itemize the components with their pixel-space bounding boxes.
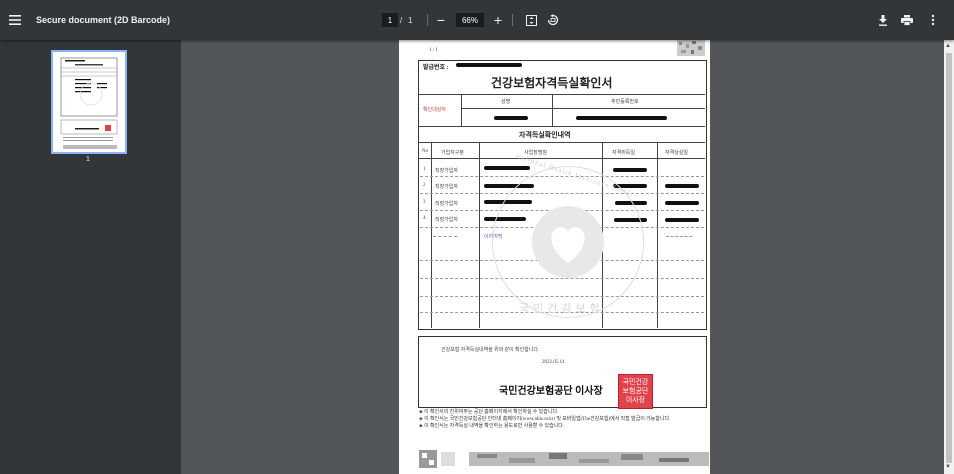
page-separator: / [400,15,403,25]
redacted-name [494,116,528,120]
print-button[interactable] [900,0,914,40]
person-label: 확인대상자 [423,108,447,113]
redacted-lost-date [665,201,699,205]
rule [657,142,658,328]
rule [461,108,705,109]
row-type: 직장가입자 [435,185,459,190]
redacted-issue-number [456,63,522,67]
thumbnail-page-number: 1 [86,156,90,163]
rule [419,126,705,127]
redacted-lost-date [665,184,699,188]
scroll-down-arrow-icon[interactable]: ▼ [945,464,951,470]
row-type: 직장가입자 [435,169,459,174]
scrollbar-thumb[interactable] [946,53,952,463]
row-number: 3 [423,200,426,205]
heart-emblem-icon [532,206,604,278]
row-divider [433,236,457,237]
fit-to-page-button[interactable] [524,0,538,40]
zoom-in-button[interactable]: + [491,0,505,40]
2d-barcode-image [419,450,709,468]
hamburger-menu-icon [9,15,21,25]
table-header-type: 가입자구분 [441,151,465,156]
document-title: Secure document (2D Barcode) [36,15,171,25]
issue-date: 2022.05.14 [542,360,565,365]
certificate-title: 건강보험자격득실확인서 [491,76,613,90]
table-header-lost: 자격상실일 [665,151,689,156]
id-number-header: 주민등록번호 [611,100,639,105]
more-actions-button[interactable] [926,0,940,40]
zoom-level-input[interactable]: 66% [456,13,484,27]
rule [552,94,553,126]
row-number: 2 [423,183,426,188]
row-number: 1 [423,167,426,172]
menu-button[interactable] [4,0,26,40]
page-total: 1 [408,15,413,25]
toolbar-divider [427,14,428,26]
redacted-workplace [484,166,530,170]
rotate-counterclockwise-icon [547,14,559,26]
zoom-out-button[interactable]: − [434,0,448,40]
official-seal: 국민건강보험공단이사장 [618,374,653,409]
vertical-scrollbar[interactable]: ▲ ▼ [944,40,954,474]
section-title: 자격득실확인내역 [519,131,571,139]
rule [431,142,432,328]
scroll-up-arrow-icon[interactable]: ▲ [945,43,951,49]
toolbar-divider [512,14,513,26]
notes-block: ◈ 이 확인서의 진위여부는 공단 홈페이지에서 확인하실 수 있습니다. ◈ … [419,408,709,429]
thumbnail-preview-image [53,52,125,152]
name-header: 성명 [501,100,511,105]
certification-statement: 건강보험 자격득실내역을 위와 같이 확인합니다. [441,348,540,353]
print-icon [901,14,913,26]
rule [419,142,705,143]
fit-page-icon [525,14,537,26]
rule [479,142,480,328]
rule [461,94,462,126]
redacted-id-number [576,116,667,120]
redacted-acquired-date [613,168,647,172]
row-type: 직장가입자 [435,218,459,223]
table-header-acquired: 자격취득일 [612,151,636,156]
row-number: 4 [423,216,426,221]
pdf-toolbar: Secure document (2D Barcode) 1 / 1 − 66%… [0,0,954,40]
row-divider [666,236,692,237]
download-button[interactable] [876,0,890,40]
rotate-button[interactable] [546,0,560,40]
note-item: ◈ 이 확인서의 진위여부는 공단 홈페이지에서 확인하실 수 있습니다. [419,410,559,415]
rule [419,158,705,159]
page-thumbnail[interactable] [51,50,127,154]
table-header-no: No [422,149,429,154]
issue-number-label: 발급번호 : [423,65,449,71]
more-vert-icon [931,14,935,26]
row-type: 직장가입자 [435,202,459,207]
note-item: ◈ 이 확인서는 자격득실 내역을 확인하는 용도로만 사용할 수 있습니다. [419,424,565,429]
barcode-top-image [677,40,705,56]
seal-text: 국민건강보험공단이사장 [622,378,649,404]
thumbnail-sidebar: 1 [0,40,181,474]
page-indicator-text: 1 / 1 [429,48,438,53]
redacted-lost-date [665,218,699,222]
pdf-page: 1 / 1 발급번호 : 건강보험자격득실확인서 확인대상자 성명 주민등록번호… [399,40,710,474]
download-icon [879,14,887,26]
note-item: ◈ 이 확인서는 국민건강보험공단 인터넷 홈페이지(www.nhis.or.k… [419,417,671,422]
issuer-name: 국민건강보험공단 이사장 [499,386,603,397]
page-number-input[interactable]: 1 [382,13,398,27]
watermark-korean-text: 국민건강보험 [519,303,604,315]
